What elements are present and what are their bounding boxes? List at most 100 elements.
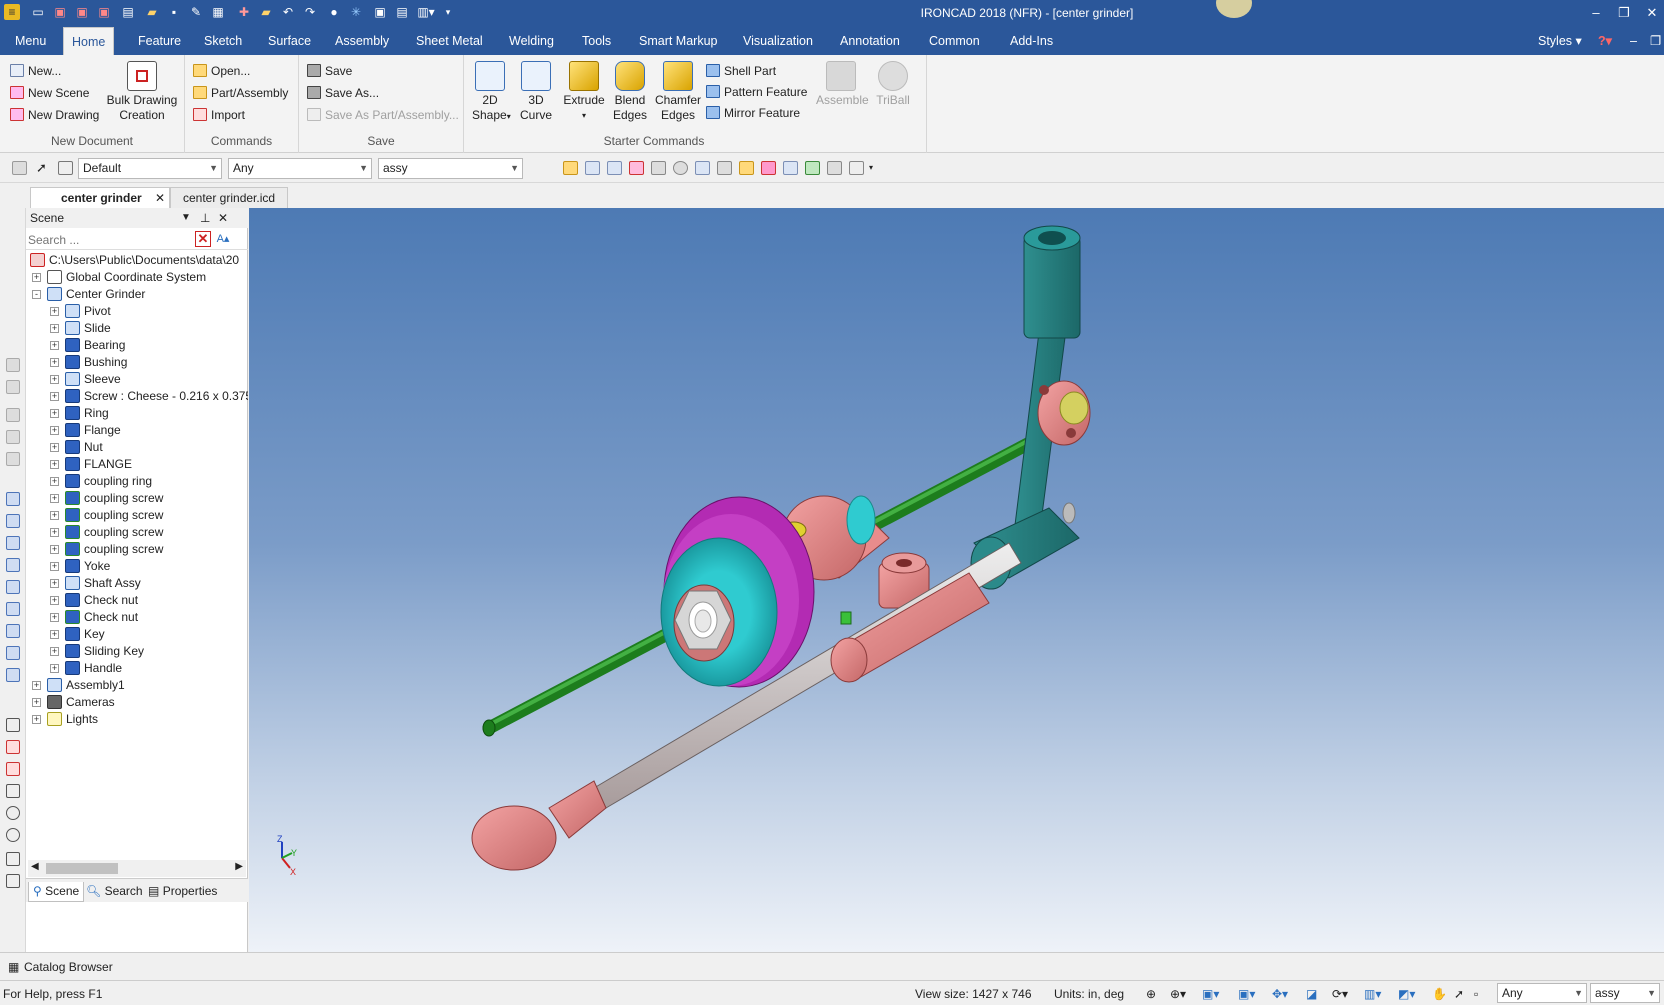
- expand-icon[interactable]: +: [50, 307, 59, 316]
- scroll-right-icon[interactable]: ▶: [235, 861, 243, 872]
- lighting-icon[interactable]: ◩▾: [1398, 987, 1415, 1001]
- expand-icon[interactable]: +: [50, 562, 59, 571]
- tree-node[interactable]: + Yoke: [26, 558, 248, 575]
- tab-surface[interactable]: Surface: [260, 27, 319, 55]
- expand-icon[interactable]: +: [50, 511, 59, 520]
- tree-node[interactable]: + Pivot: [26, 303, 248, 320]
- catalog-browser-bar[interactable]: ▦ Catalog Browser: [0, 952, 1664, 980]
- panel-menu-icon[interactable]: ▼: [181, 208, 191, 228]
- tab-tools[interactable]: Tools: [574, 27, 619, 55]
- tab-sketch[interactable]: Sketch: [196, 27, 250, 55]
- scrollbar-thumb[interactable]: [46, 863, 118, 874]
- hole-icon[interactable]: [6, 624, 20, 638]
- close-icon[interactable]: ✕: [155, 188, 165, 208]
- filter-combo[interactable]: Any ▼: [228, 158, 372, 179]
- wedge-icon[interactable]: [6, 558, 20, 572]
- folder-icon[interactable]: [739, 161, 754, 175]
- expand-icon[interactable]: +: [50, 375, 59, 384]
- tree-node[interactable]: + Key: [26, 626, 248, 643]
- search-options-icon[interactable]: A▴: [215, 231, 231, 247]
- tab-sheet-metal[interactable]: Sheet Metal: [408, 27, 491, 55]
- view-front-icon[interactable]: [6, 408, 20, 422]
- copy-icon[interactable]: [783, 161, 798, 175]
- image-icon[interactable]: [805, 161, 820, 175]
- tree-node[interactable]: + coupling screw: [26, 541, 248, 558]
- curve-icon[interactable]: [6, 852, 20, 866]
- render-mode-icon[interactable]: ▣▾: [1238, 987, 1255, 1001]
- expand-icon[interactable]: +: [50, 630, 59, 639]
- section-view-icon[interactable]: ▥▾: [1364, 987, 1381, 1001]
- scene-search-input[interactable]: [28, 231, 204, 249]
- clear-search-icon[interactable]: ✕: [195, 231, 211, 247]
- panel-tab-scene[interactable]: ⚲ Scene: [28, 882, 85, 902]
- ribbon-restore-icon[interactable]: ❐: [1642, 27, 1664, 55]
- 3d-viewport[interactable]: Z Y X: [249, 208, 1664, 952]
- tab-common[interactable]: Common: [921, 27, 988, 55]
- select-icon[interactable]: ✋: [1432, 987, 1447, 1001]
- tree-node[interactable]: + Sleeve: [26, 371, 248, 388]
- no-entry-icon[interactable]: [6, 828, 20, 842]
- tab-menu[interactable]: Menu: [7, 27, 54, 55]
- view-cube-icon[interactable]: ▣▾: [1202, 987, 1219, 1001]
- tab-visualization[interactable]: Visualization: [735, 27, 821, 55]
- scroll-left-icon[interactable]: ◀: [31, 861, 39, 872]
- measure-tool-icon[interactable]: [6, 874, 20, 888]
- expand-icon[interactable]: +: [50, 460, 59, 469]
- tree-node[interactable]: + coupling screw: [26, 490, 248, 507]
- expand-icon[interactable]: +: [50, 341, 59, 350]
- expand-icon[interactable]: +: [50, 596, 59, 605]
- tree-node[interactable]: + Slide: [26, 320, 248, 337]
- expand-icon[interactable]: +: [50, 358, 59, 367]
- tree-node[interactable]: + Check nut: [26, 592, 248, 609]
- tab-smart-markup[interactable]: Smart Markup: [631, 27, 726, 55]
- expand-icon[interactable]: +: [50, 477, 59, 486]
- grid-icon[interactable]: [695, 161, 710, 175]
- tree-node[interactable]: - Center Grinder: [26, 286, 248, 303]
- circle-icon[interactable]: [6, 806, 20, 820]
- restore-button[interactable]: ❐: [1610, 3, 1638, 23]
- triball-button[interactable]: TriBall: [872, 61, 914, 108]
- tree-node[interactable]: + Bearing: [26, 337, 248, 354]
- pin-icon[interactable]: ⊥: [200, 208, 210, 228]
- orbit-icon[interactable]: ⟳▾: [1332, 987, 1348, 1001]
- status-level-combo[interactable]: assy ▼: [1590, 983, 1660, 1003]
- expand-icon[interactable]: +: [50, 494, 59, 503]
- insert-icon[interactable]: [607, 161, 622, 175]
- expand-icon[interactable]: +: [50, 579, 59, 588]
- view-top-icon[interactable]: [6, 430, 20, 444]
- cylinder-icon[interactable]: [6, 514, 20, 528]
- mirror-feature-button[interactable]: Mirror Feature: [706, 103, 800, 123]
- bulk-drawing-button[interactable]: Bulk Drawing Creation: [104, 61, 180, 123]
- block-icon[interactable]: [6, 492, 20, 506]
- angle-icon[interactable]: [6, 784, 20, 798]
- tree-node[interactable]: + coupling screw: [26, 524, 248, 541]
- sphere-shape-icon[interactable]: [6, 646, 20, 660]
- tree-node[interactable]: + coupling screw: [26, 507, 248, 524]
- expand-icon[interactable]: +: [50, 664, 59, 673]
- section-icon[interactable]: [629, 161, 644, 175]
- open-icon[interactable]: [563, 161, 578, 175]
- expand-icon[interactable]: +: [50, 426, 59, 435]
- expand-icon[interactable]: +: [50, 392, 59, 401]
- tube-icon[interactable]: [6, 668, 20, 682]
- cube-icon[interactable]: [651, 161, 666, 175]
- tree-node[interactable]: + Bushing: [26, 354, 248, 371]
- tree-node[interactable]: + Global Coordinate System: [26, 269, 248, 286]
- expand-icon[interactable]: +: [32, 698, 41, 707]
- tree-node[interactable]: + Flange: [26, 422, 248, 439]
- constraint-icon[interactable]: [6, 762, 20, 776]
- tree-node[interactable]: + Lights: [26, 711, 248, 728]
- dimension-icon[interactable]: [6, 740, 20, 754]
- save-as-part-button[interactable]: Save As Part/Assembly...: [307, 105, 459, 125]
- tree-node[interactable]: + Shaft Assy: [26, 575, 248, 592]
- tree-node[interactable]: + Screw : Cheese - 0.216 x 0.375: [26, 388, 248, 405]
- import-button[interactable]: Import: [193, 105, 245, 125]
- status-filter-combo[interactable]: Any ▼: [1497, 983, 1587, 1003]
- tab-add-ins[interactable]: Add-Ins: [1002, 27, 1061, 55]
- style-combo[interactable]: Default ▼: [78, 158, 222, 179]
- 3d-curve-button[interactable]: 3D Curve: [518, 61, 554, 123]
- expand-icon[interactable]: +: [50, 647, 59, 656]
- save-file-icon[interactable]: [585, 161, 600, 175]
- expand-icon[interactable]: +: [50, 443, 59, 452]
- shell-part-button[interactable]: Shell Part: [706, 61, 776, 81]
